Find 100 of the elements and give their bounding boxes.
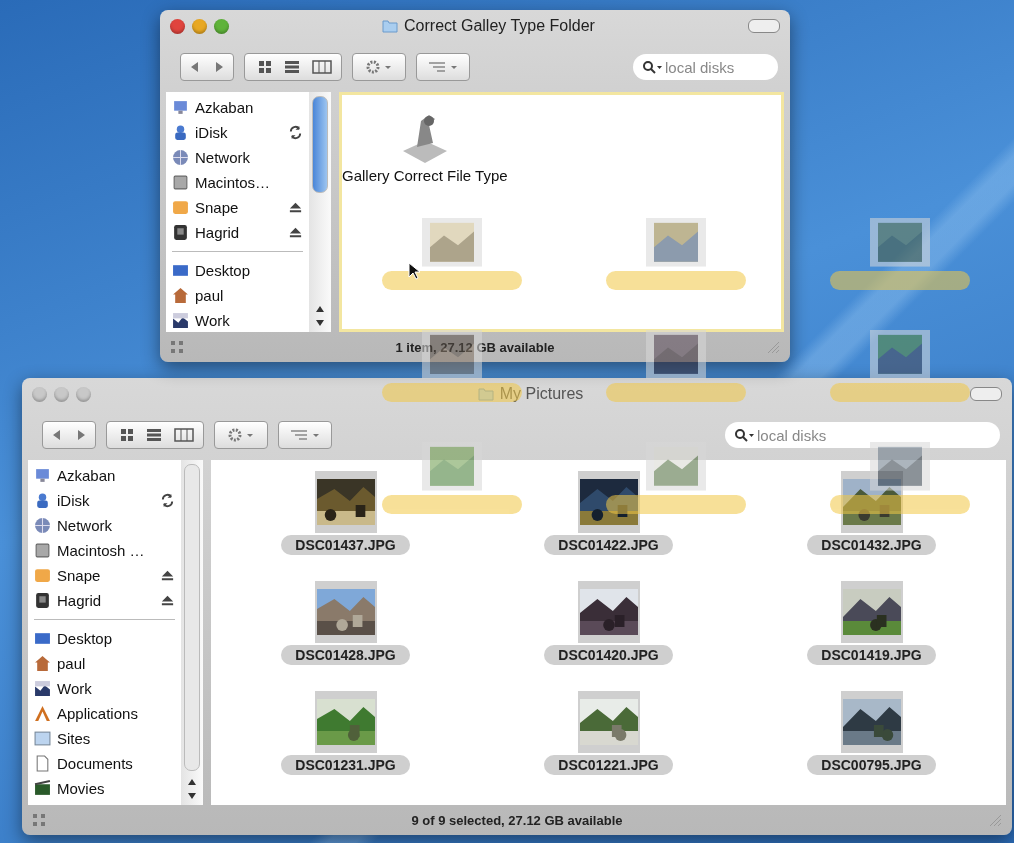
sidebar-item[interactable]: Work [172, 308, 303, 332]
sidebar-icon [34, 492, 51, 509]
sidebar-label: Movies [57, 780, 106, 797]
sidebar-icon [172, 262, 189, 279]
sidebar-label: Macintosh … [57, 542, 146, 559]
sidebar-item[interactable]: Azkaban [172, 95, 303, 120]
sidebar-icon [34, 542, 51, 559]
toolbar-toggle-button[interactable] [970, 387, 1002, 401]
action-gear-button[interactable] [214, 421, 268, 449]
sidebar-item[interactable]: Desktop [172, 258, 303, 283]
sidebar-label: Hagrid [57, 592, 103, 609]
sidebar-item[interactable]: Snape [172, 195, 303, 220]
file-name[interactable]: DSC01221.JPG [544, 755, 673, 775]
sidebar-item[interactable]: Macintosh … [34, 538, 175, 563]
sidebar-label: Azkaban [195, 99, 255, 116]
sidebar-item[interactable]: Azkaban [34, 463, 175, 488]
toolbar-toggle-button[interactable] [748, 19, 780, 33]
sidebar-label: Macintos… [195, 174, 272, 191]
sidebar-label: Documents [57, 755, 134, 772]
sidebar-label: Sites [57, 730, 92, 747]
sidebar-icon [172, 174, 189, 191]
sidebar-item[interactable]: Macintos… [172, 170, 303, 195]
status-text: 1 item, 27.12 GB available [394, 339, 556, 355]
sidebar-icon [172, 199, 189, 216]
file-name[interactable]: DSC00795.JPG [807, 755, 936, 775]
sidebar-item[interactable]: Hagrid [172, 220, 303, 245]
sidebar-label: Work [57, 680, 93, 697]
file-name[interactable]: DSC01428.JPG [281, 645, 410, 665]
resize-handle-icon[interactable] [766, 340, 780, 354]
file-name[interactable]: DSC01419.JPG [807, 645, 936, 665]
sidebar-grip-icon[interactable] [32, 813, 46, 827]
file-name[interactable]: DSC01420.JPG [544, 645, 673, 665]
sidebar-item[interactable]: paul [34, 651, 175, 676]
window-control-icon[interactable] [192, 18, 207, 34]
sidebar-item[interactable]: iDisk [172, 120, 303, 145]
sidebar-icon [34, 755, 51, 772]
file-name[interactable]: DSC01231.JPG [281, 755, 410, 775]
sync-icon[interactable] [160, 493, 175, 508]
sidebar-item[interactable]: Network [34, 513, 175, 538]
sidebar-icon [34, 655, 51, 672]
sidebar-icon [34, 567, 51, 584]
sidebar-item[interactable]: Movies [34, 776, 175, 801]
sidebar-item[interactable]: Snape [34, 563, 175, 588]
view-buttons[interactable] [244, 53, 342, 81]
sidebar-label: Snape [57, 567, 102, 584]
search-field[interactable]: local disks [633, 54, 778, 80]
sidebar-label: Work [195, 312, 231, 329]
sidebar-label: Desktop [195, 262, 252, 279]
sidebar-item[interactable]: Documents [34, 751, 175, 776]
file-name[interactable]: DSC01437.JPG [281, 535, 410, 555]
scrollbar[interactable] [309, 92, 331, 332]
sidebar-icon [172, 149, 189, 166]
view-buttons[interactable] [106, 421, 204, 449]
file-name[interactable]: Gallery Correct File Type [342, 167, 508, 184]
arrange-button[interactable] [416, 53, 470, 81]
sidebar-label: Applications [57, 705, 139, 722]
arrange-button[interactable] [278, 421, 332, 449]
sidebar-icon [172, 124, 189, 141]
file-name[interactable]: DSC01422.JPG [544, 535, 673, 555]
sidebar-icon [34, 517, 51, 534]
window-control-icon[interactable] [170, 18, 185, 34]
sidebar-item[interactable]: iDisk [34, 488, 175, 513]
sidebar-label: paul [57, 655, 87, 672]
scrollbar[interactable] [181, 460, 203, 805]
window-control-icon[interactable] [214, 18, 229, 34]
sidebar-label: Desktop [57, 630, 114, 647]
resize-handle-icon[interactable] [988, 813, 1002, 827]
search-field[interactable]: local disks [725, 422, 1000, 448]
sidebar-item[interactable]: Desktop [34, 626, 175, 651]
sidebar-icon [34, 680, 51, 697]
sidebar-label: paul [195, 287, 225, 304]
window-title: My Pictures [499, 385, 584, 403]
eject-icon[interactable] [288, 200, 303, 215]
sidebar-label: Azkaban [57, 467, 117, 484]
sync-icon[interactable] [288, 125, 303, 140]
eject-icon[interactable] [160, 593, 175, 608]
back-forward-button[interactable] [42, 421, 96, 449]
eject-icon[interactable] [160, 568, 175, 583]
sidebar-icon [172, 287, 189, 304]
action-gear-button[interactable] [352, 53, 406, 81]
sidebar-label: iDisk [57, 492, 91, 509]
sidebar-item[interactable]: Work [34, 676, 175, 701]
back-forward-button[interactable] [180, 53, 234, 81]
sidebar-label: Network [57, 517, 113, 534]
sidebar-item[interactable]: paul [172, 283, 303, 308]
scroll-arrows-icon[interactable] [315, 304, 325, 328]
sidebar-item[interactable]: Network [172, 145, 303, 170]
sidebar-icon [34, 630, 51, 647]
sidebar-item[interactable]: Sites [34, 726, 175, 751]
sidebar-item[interactable]: Applications [34, 701, 175, 726]
sidebar-icon [34, 705, 51, 722]
sidebar-icon [172, 224, 189, 241]
folder-icon [477, 386, 494, 402]
sidebar-item[interactable]: Hagrid [34, 588, 175, 613]
sidebar-icon [34, 780, 51, 797]
file-name[interactable]: DSC01432.JPG [807, 535, 936, 555]
eject-icon[interactable] [288, 225, 303, 240]
scroll-arrows-icon[interactable] [187, 777, 197, 801]
sidebar-icon [172, 99, 189, 116]
sidebar-grip-icon[interactable] [170, 340, 184, 354]
